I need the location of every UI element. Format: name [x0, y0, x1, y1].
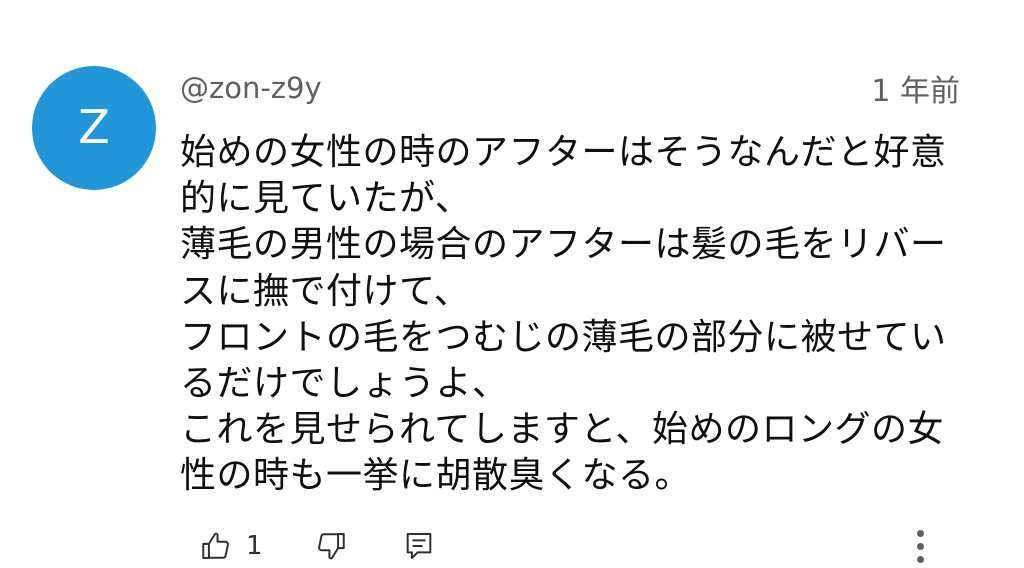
avatar-letter: Z [78, 100, 110, 154]
comment-author[interactable]: @zon-z9y [180, 70, 322, 106]
thumbs-down-icon [317, 532, 345, 560]
comment-body-line: これを見せられてしますと、始めのロングの女 [180, 409, 944, 451]
comment-body-line: 薄毛の男性の場合のアフターは髪の毛をリバー [180, 224, 947, 266]
comment-item: Z @zon-z9y 1 年前 始めの女性の時のアフターはそうなんだと好意 的に… [0, 0, 1024, 568]
thumbs-up-icon [202, 532, 229, 560]
comment-body-line: 性の時も一挙に胡散臭くなる。 [180, 455, 692, 497]
comment-timestamp: 1 年前 [871, 74, 960, 109]
comment-body-line: るだけでしょうよ、 [180, 363, 509, 405]
more-vertical-icon-dot [916, 543, 924, 550]
comment-body-line: スに撫で付けて、 [180, 270, 471, 312]
more-options-button[interactable] [904, 524, 936, 568]
comment-actions: 1 [196, 524, 439, 568]
dislike-button[interactable] [311, 524, 351, 568]
more-vertical-icon [916, 530, 924, 537]
comment-body-line: 的に見ていたが、 [180, 178, 472, 220]
avatar[interactable]: Z [32, 66, 156, 190]
like-button[interactable] [196, 524, 236, 568]
comment-body-line: フロントの毛をつむじの薄毛の部分に被せてい [180, 316, 947, 358]
like-count: 1 [246, 531, 263, 561]
comment-body-line: 始めの女性の時のアフターはそうなんだと好意 [180, 132, 947, 173]
comment-reply-icon [406, 532, 431, 560]
comment-body: 始めの女性の時のアフターはそうなんだと好意 的に見ていたが、 薄毛の男性の場合の… [180, 130, 960, 500]
more-vertical-icon-dot [916, 556, 924, 563]
reply-button[interactable] [399, 524, 439, 568]
